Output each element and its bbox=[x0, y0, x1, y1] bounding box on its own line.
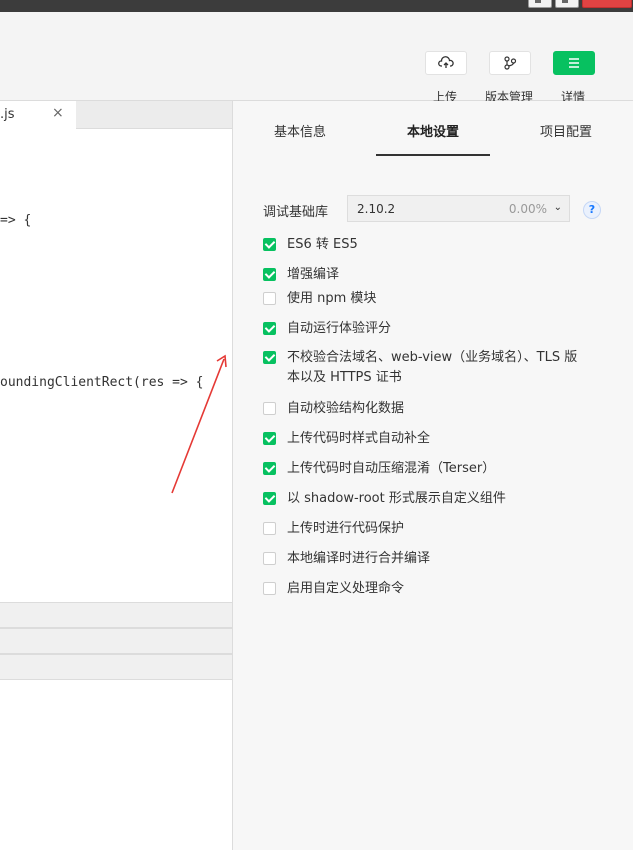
setting-option-label: 上传时进行代码保护 bbox=[287, 521, 405, 536]
active-tab-indicator bbox=[376, 154, 490, 156]
checkbox[interactable] bbox=[263, 492, 276, 505]
maximize-button[interactable] bbox=[555, 0, 579, 8]
setting-option-label: 自动校验结构化数据 bbox=[287, 401, 405, 416]
settings-panel: 基本信息 本地设置 项目配置 调试基础库 2.10.2 0.00% ⌄ ? ES… bbox=[171, 101, 633, 850]
setting-option-label: ES6 转 ES5 bbox=[287, 237, 358, 252]
editor-tab-strip bbox=[76, 101, 232, 129]
checkbox[interactable] bbox=[263, 322, 276, 335]
setting-option-label: 自动运行体验评分 bbox=[287, 321, 392, 336]
panel-bar bbox=[0, 628, 232, 654]
setting-option-label: 使用 npm 模块 bbox=[287, 291, 377, 306]
editor-tab-name: .js bbox=[0, 107, 15, 122]
code-line: => { bbox=[0, 213, 32, 228]
chevron-down-icon: ⌄ bbox=[553, 202, 562, 213]
close-icon[interactable]: × bbox=[52, 105, 64, 121]
editor-tab[interactable]: .js × bbox=[0, 101, 77, 129]
setting-option-label: 本地编译时进行合并编译 bbox=[287, 551, 431, 566]
checkbox[interactable] bbox=[263, 462, 276, 475]
version-management-button[interactable] bbox=[489, 51, 531, 75]
checkbox[interactable] bbox=[263, 238, 276, 251]
checkbox[interactable] bbox=[263, 582, 276, 595]
minimize-button[interactable] bbox=[528, 0, 552, 8]
toolbar: 上传 版本管理 详情 bbox=[0, 12, 633, 104]
checkbox[interactable] bbox=[263, 292, 276, 305]
panel-bar bbox=[0, 654, 232, 680]
cloud-upload-icon bbox=[438, 56, 454, 68]
annotation-arrow bbox=[171, 354, 227, 494]
checkbox[interactable] bbox=[263, 402, 276, 415]
tab-basic-info[interactable]: 基本信息 bbox=[274, 121, 326, 140]
details-button[interactable] bbox=[553, 51, 595, 75]
setting-option-label: 不校验合法域名、web-view（业务域名）、TLS 版本以及 HTTPS 证书 bbox=[287, 350, 578, 385]
branch-icon bbox=[504, 56, 517, 70]
checkbox[interactable] bbox=[263, 552, 276, 565]
setting-option-label: 上传代码时样式自动补全 bbox=[287, 431, 431, 446]
base-library-version: 2.10.2 bbox=[357, 202, 396, 216]
panel-bar bbox=[0, 602, 232, 628]
checkbox[interactable] bbox=[263, 268, 276, 281]
setting-option-label: 启用自定义处理命令 bbox=[287, 581, 405, 596]
window-close-button[interactable] bbox=[582, 0, 632, 8]
base-library-label: 调试基础库 bbox=[263, 205, 329, 220]
checkbox[interactable] bbox=[263, 351, 276, 364]
setting-option-label: 上传代码时自动压缩混淆（Terser） bbox=[287, 461, 496, 476]
window-titlebar bbox=[0, 0, 633, 12]
base-library-percent: 0.00% bbox=[508, 202, 547, 216]
settings-tabs: 基本信息 本地设置 项目配置 bbox=[233, 101, 633, 156]
checkbox[interactable] bbox=[263, 522, 276, 535]
checkbox[interactable] bbox=[263, 432, 276, 445]
setting-option-label: 增强编译 bbox=[287, 267, 340, 282]
base-library-select[interactable]: 2.10.2 0.00% ⌄ bbox=[347, 195, 570, 222]
tab-local-settings[interactable]: 本地设置 bbox=[407, 121, 459, 140]
setting-option-label: 以 shadow-root 形式展示自定义组件 bbox=[287, 491, 506, 506]
help-icon[interactable]: ? bbox=[583, 201, 601, 219]
tab-project-config[interactable]: 项目配置 bbox=[540, 121, 592, 140]
menu-icon bbox=[569, 58, 579, 68]
upload-button[interactable] bbox=[425, 51, 467, 75]
